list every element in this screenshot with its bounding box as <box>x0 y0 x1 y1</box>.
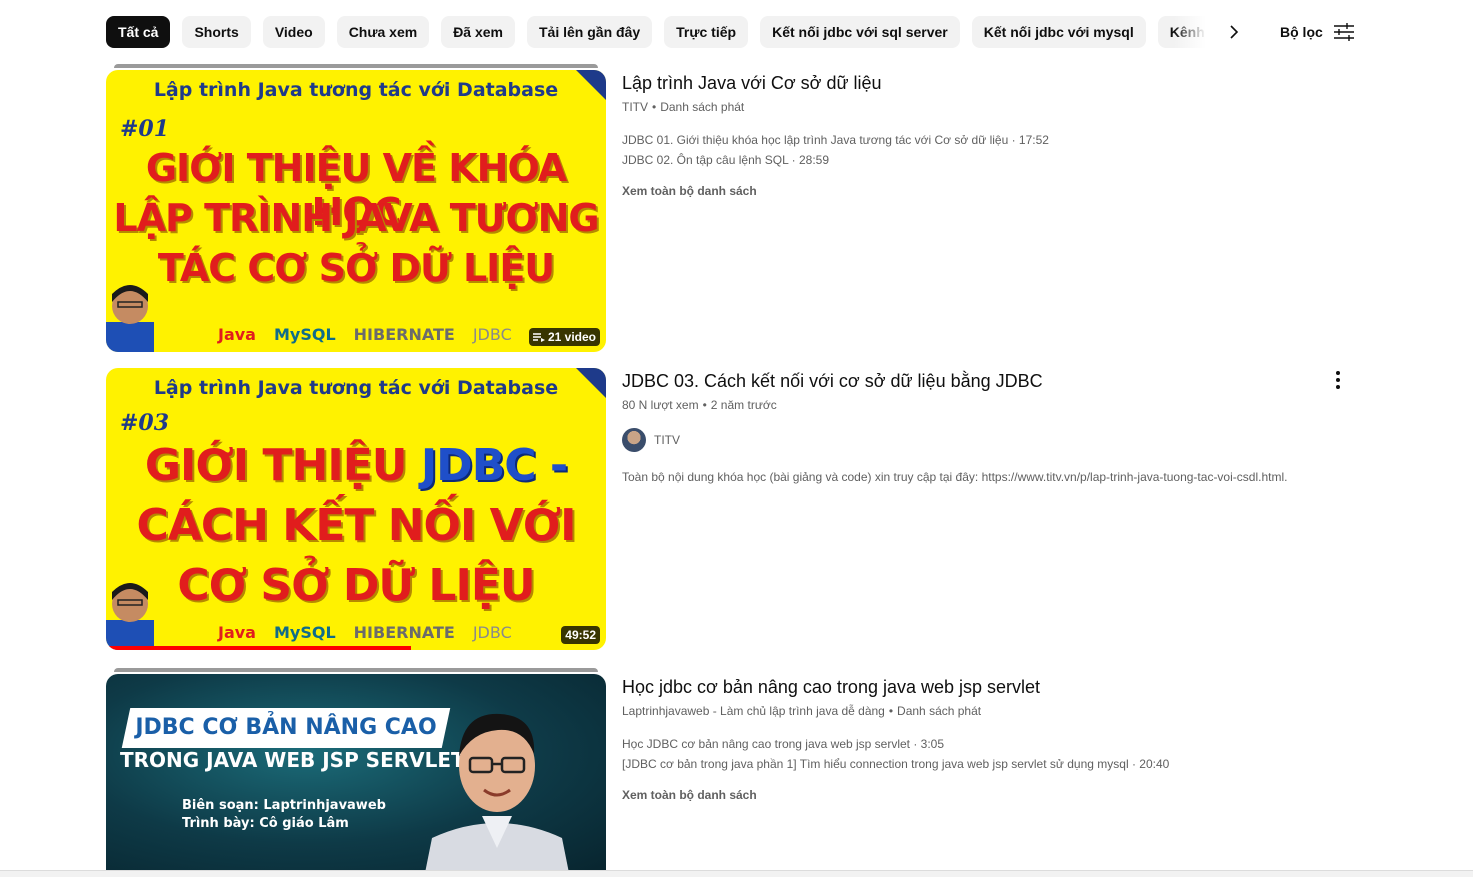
presenter-image <box>106 583 154 650</box>
thumb-line-highlight: JDBC - <box>420 440 568 491</box>
mysql-logo: MySQL <box>273 623 336 642</box>
video-result: Lập trình Java tương tác với Database #0… <box>106 368 1356 650</box>
playlist-item[interactable]: Học JDBC cơ bản nâng cao trong java web … <box>622 734 1342 754</box>
chip-list: Tất cả Shorts Video Chưa xem Đã xem Tải … <box>106 16 1214 48</box>
channel-row[interactable]: TITV <box>622 428 1342 452</box>
hibernate-logo: HIBERNATE <box>353 325 455 344</box>
chip-fade <box>1174 16 1214 48</box>
chip-watched[interactable]: Đã xem <box>441 16 515 48</box>
playlist-items: Học JDBC cơ bản nâng cao trong java web … <box>622 734 1342 774</box>
jdbc-logo: JDBC <box>472 623 512 642</box>
thumb-line-part: GIỚI THIỆU <box>144 440 421 491</box>
chip-shorts[interactable]: Shorts <box>182 16 251 48</box>
chip-recently-uploaded[interactable]: Tải lên gần đây <box>527 16 653 48</box>
playlist-thumbnail[interactable]: JDBC CƠ BẢN NÂNG CAO TRONG JAVA WEB JSP … <box>106 674 606 870</box>
channel-avatar[interactable] <box>622 428 646 452</box>
thumb-episode: #03 <box>120 410 170 436</box>
thumb-banner: Lập trình Java tương tác với Database <box>153 377 559 399</box>
jdbc-logo: JDBC <box>472 325 512 344</box>
video-meta: JDBC 03. Cách kết nối với cơ sở dữ liệu … <box>622 368 1342 486</box>
channel-name[interactable]: TITV <box>622 100 648 114</box>
thumb-episode: #01 <box>120 116 170 142</box>
filter-chip-bar: Tất cả Shorts Video Chưa xem Đã xem Tải … <box>106 15 1356 49</box>
mysql-logo: MySQL <box>273 325 336 344</box>
view-count: 80 N lượt xem <box>622 398 699 412</box>
java-logo: Java <box>218 623 256 642</box>
sliders-icon <box>1333 23 1354 41</box>
thumb-corner <box>576 368 606 398</box>
playlist-stack-indicator <box>114 668 598 672</box>
chip-all[interactable]: Tất cả <box>106 16 171 48</box>
thumb-line: CƠ SỞ DỮ LIỆU <box>177 560 535 611</box>
video-count: 21 video <box>547 330 596 344</box>
view-full-playlist-link[interactable]: Xem toàn bộ danh sách <box>622 184 1342 198</box>
playlist-subline: TITV • Danh sách phát <box>622 100 745 114</box>
channel-name[interactable]: TITV <box>654 433 680 447</box>
chip-video[interactable]: Video <box>262 16 325 48</box>
chip-live[interactable]: Trực tiếp <box>664 16 749 48</box>
upload-age: 2 năm trước <box>710 398 777 412</box>
more-actions-button[interactable] <box>1326 368 1350 392</box>
horizontal-scrollbar[interactable] <box>0 870 1473 877</box>
playlist-meta: Học jdbc cơ bản nâng cao trong java web … <box>622 674 1342 802</box>
playlist-title[interactable]: Học jdbc cơ bản nâng cao trong java web … <box>622 674 1342 700</box>
playlist-title[interactable]: Lập trình Java với Cơ sở dữ liệu <box>622 70 1342 96</box>
tech-logos: Java MySQL HIBERNATE JDBC <box>218 325 512 344</box>
tech-logos: Java MySQL HIBERNATE JDBC <box>218 623 512 642</box>
thumb-presenter-line: Trình bày: Cô giáo Lâm <box>182 816 349 831</box>
playlist-item[interactable]: JDBC 01. Giới thiệu khóa học lập trình J… <box>622 130 1342 150</box>
playlist-result: Lập trình Java tương tác với Database #0… <box>106 64 1356 354</box>
chip-jdbc-mysql[interactable]: Kết nối jdbc với mysql <box>971 16 1146 48</box>
view-full-playlist-link[interactable]: Xem toàn bộ danh sách <box>622 788 1342 802</box>
thumb-line: TÁC CƠ SỞ DỮ LIỆU <box>157 246 555 290</box>
hibernate-logo: HIBERNATE <box>353 623 455 642</box>
chip-next-button[interactable] <box>1218 16 1250 48</box>
thumb-title-box: JDBC CƠ BẢN NÂNG CAO <box>121 708 451 748</box>
playlist-item[interactable]: [JDBC cơ bản trong java phần 1] Tìm hiểu… <box>622 754 1342 774</box>
video-thumbnail[interactable]: Lập trình Java tương tác với Database #0… <box>106 368 606 650</box>
filter-label: Bộ lọc <box>1280 24 1323 40</box>
playlist-result: JDBC CƠ BẢN NÂNG CAO TRONG JAVA WEB JSP … <box>106 668 1356 870</box>
thumb-line: CÁCH KẾT NỐI VỚI <box>136 500 576 551</box>
video-stats: 80 N lượt xem • 2 năm trước <box>622 398 777 412</box>
result-kind: Danh sách phát <box>660 100 745 114</box>
playlist-subline: Laptrinhjavaweb - Làm chủ lập trình java… <box>622 704 982 718</box>
thumb-line: GIỚI THIỆU JDBC - <box>106 440 606 491</box>
thumb-banner: Lập trình Java tương tác với Database <box>153 79 559 101</box>
thumb-line: LẬP TRÌNH JAVA TƯƠNG <box>113 196 599 240</box>
java-logo: Java <box>218 325 256 344</box>
chip-jdbc-sql-server[interactable]: Kết nối jdbc với sql server <box>760 16 960 48</box>
video-count-badge: 21 video <box>528 328 600 346</box>
more-vert-icon <box>1336 371 1340 389</box>
chip-unwatched[interactable]: Chưa xem <box>336 16 430 48</box>
playlist-item[interactable]: JDBC 02. Ôn tập câu lệnh SQL · 28:59 <box>622 150 1342 170</box>
video-title[interactable]: JDBC 03. Cách kết nối với cơ sở dữ liệu … <box>622 368 1342 394</box>
thumb-title: JDBC CƠ BẢN NÂNG CAO <box>135 715 437 740</box>
thumb-author-line: Biên soạn: Laptrinhjavaweb <box>182 798 386 813</box>
thumb-corner <box>576 70 606 100</box>
playlist-stack-indicator <box>114 64 598 68</box>
playlist-thumbnail[interactable]: Lập trình Java tương tác với Database #0… <box>106 70 606 352</box>
playlist-icon <box>532 333 545 342</box>
watch-progress-bar <box>106 646 411 650</box>
presenter-image <box>425 713 569 870</box>
filter-button[interactable]: Bộ lọc <box>1280 22 1355 42</box>
presenter-image <box>106 285 154 352</box>
playlist-meta: Lập trình Java với Cơ sở dữ liệu TITV • Da… <box>622 70 1342 198</box>
video-description: Toàn bộ nội dung khóa học (bài giảng và … <box>622 470 1288 484</box>
result-kind: Danh sách phát <box>897 704 982 718</box>
chevron-right-icon <box>1230 25 1239 39</box>
duration-badge: 49:52 <box>561 626 600 644</box>
playlist-items: JDBC 01. Giới thiệu khóa học lập trình J… <box>622 130 1342 170</box>
channel-name[interactable]: Laptrinhjavaweb - Làm chủ lập trình java… <box>622 704 885 718</box>
